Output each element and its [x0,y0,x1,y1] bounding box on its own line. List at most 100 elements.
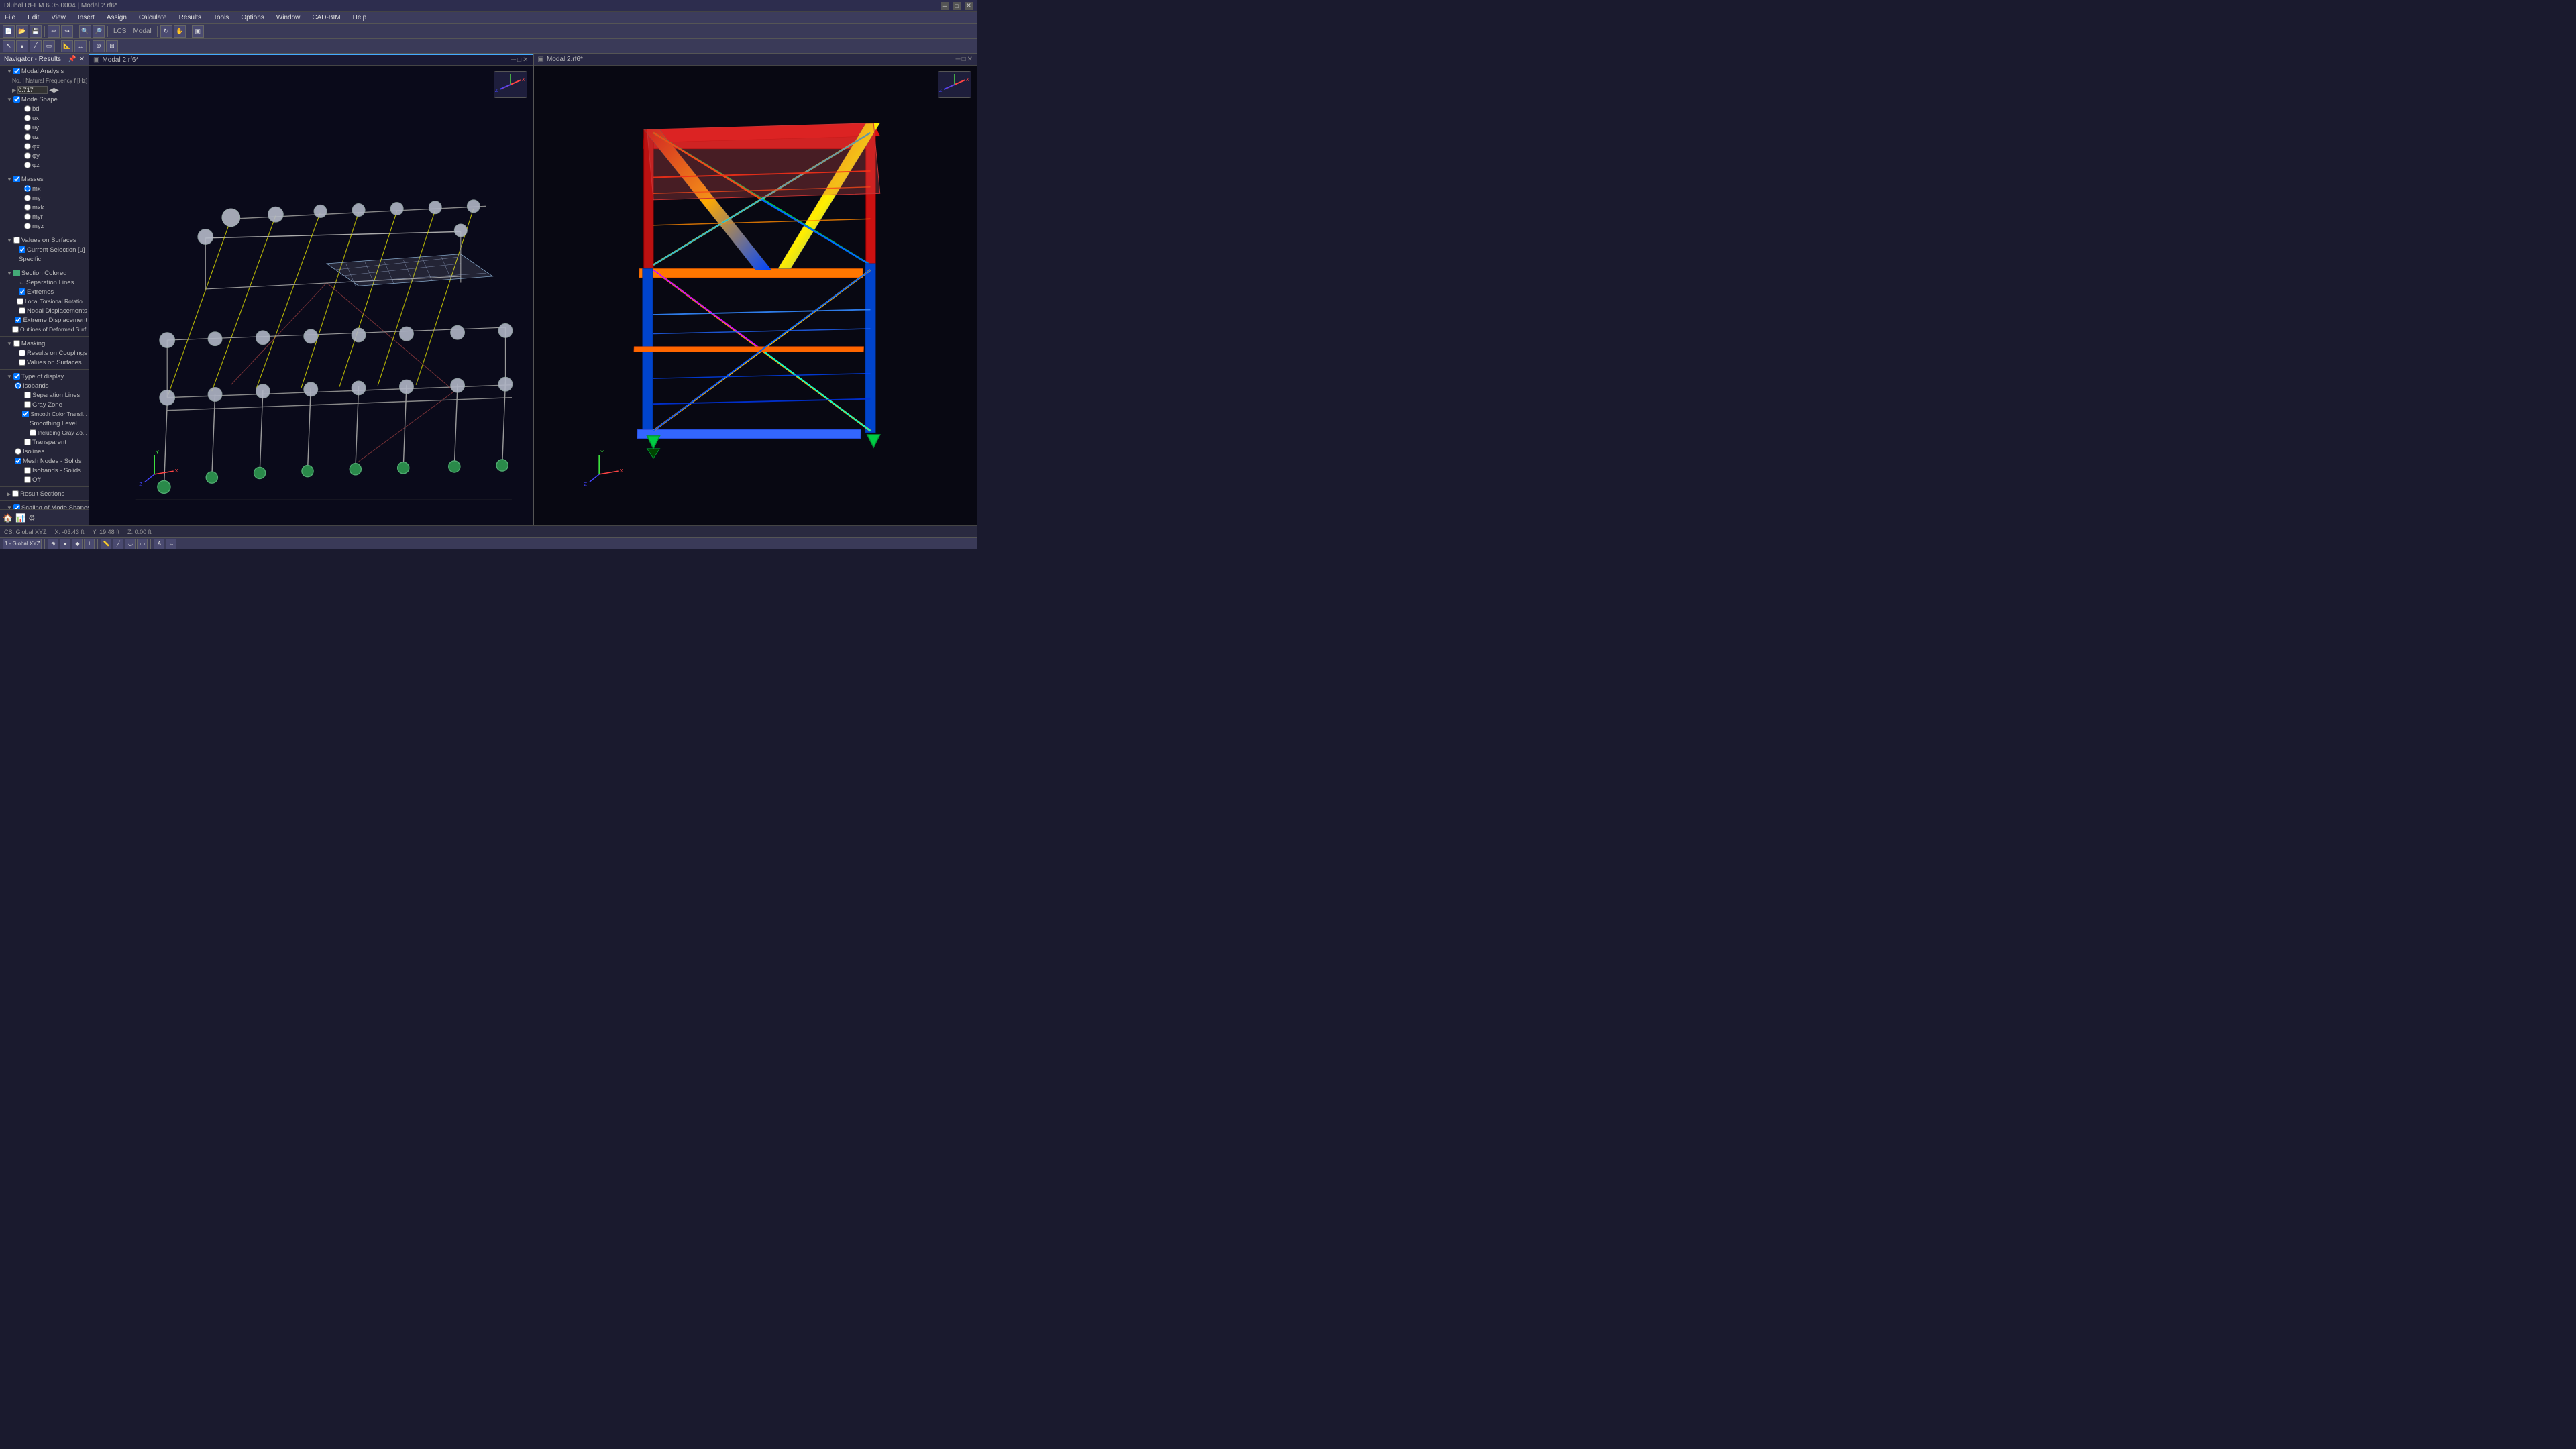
menu-options[interactable]: Options [239,14,266,21]
render-button[interactable]: ▣ [192,25,204,38]
measure-tool[interactable]: 📏 [101,539,111,549]
section-colored-row[interactable]: ▼ Section Colored [0,268,89,278]
frequency-value-row[interactable]: ▶ ◀ ▶ [0,85,89,95]
isobands-row[interactable]: Isobands [0,381,89,390]
draw-rect[interactable]: ▭ [137,539,148,549]
frequency-input[interactable] [17,86,48,94]
masking-checkbox[interactable] [13,340,20,347]
dim-btn[interactable]: ↔ [166,539,176,549]
maximize-button[interactable]: □ [953,2,961,10]
values-surfaces-header[interactable]: ▼ Values on Surfaces [0,235,89,245]
my-row[interactable]: my [0,193,89,203]
uy-row[interactable]: uy [0,123,89,132]
nodal-disp-checkbox[interactable] [19,307,25,314]
menu-calculate[interactable]: Calculate [137,14,169,21]
snap-btn[interactable]: ⊕ [48,539,58,549]
torsional-row[interactable]: Local Torsional Rotatio... [0,297,89,306]
phiy-row[interactable]: φy [0,151,89,160]
sep-lines2-checkbox[interactable] [24,392,31,398]
modal-analysis-header[interactable]: ▼ Modal Analysis [0,66,89,76]
close-button[interactable]: ✕ [965,2,973,10]
menu-window[interactable]: Window [274,14,303,21]
vr-max[interactable]: □ [962,56,966,63]
viewport-left-tab[interactable]: ▣ Modal 2.rf6* ─ □ ✕ [89,54,533,66]
results-couplings-row[interactable]: Results on Couplings [0,348,89,358]
transparent-checkbox[interactable] [24,439,31,445]
prev-mode[interactable]: ◀ [49,87,54,94]
measure-button[interactable]: 📐 [61,40,73,52]
result-sections-checkbox[interactable] [12,490,19,497]
zoom-out-button[interactable]: 🔎 [93,25,105,38]
menu-tools[interactable]: Tools [211,14,231,21]
isobands-radio[interactable] [15,382,21,389]
values-surfaces2-checkbox[interactable] [19,359,25,366]
gray-zone-checkbox[interactable] [24,401,31,408]
mx-radio[interactable] [24,185,31,192]
smoothing-level-row[interactable]: Smoothing Level [0,419,89,428]
masses-checkbox[interactable] [13,176,20,182]
menu-help[interactable]: Help [351,14,369,21]
scaling-header[interactable]: ▼ Scaling of Mode Shapes [0,503,89,509]
vl-min[interactable]: ─ [511,56,516,64]
results-couplings-checkbox[interactable] [19,350,25,356]
extremes-row[interactable]: Extremes [0,287,89,297]
next-mode[interactable]: ▶ [54,87,58,94]
draw-line[interactable]: ╱ [113,539,123,549]
including-gray-checkbox[interactable] [30,429,36,436]
masking-header[interactable]: ▼ Masking [0,339,89,348]
phiz-row[interactable]: φz [0,160,89,170]
snap-button[interactable]: ⊕ [93,40,105,52]
sep-lines2-row[interactable]: Separation Lines [0,390,89,400]
vr-close[interactable]: ✕ [967,56,973,63]
menu-results[interactable]: Results [177,14,203,21]
menu-assign[interactable]: Assign [105,14,129,21]
smooth-color-row[interactable]: Smooth Color Transl... [0,409,89,419]
zoom-in-button[interactable]: 🔍 [79,25,91,38]
select-button[interactable]: ↖ [3,40,15,52]
viewport-right-tab[interactable]: ▣ Modal 2.rf6* ─ □ ✕ [534,54,977,66]
viewport-left-canvas[interactable]: X Y Z X Y [89,66,533,525]
surface-button[interactable]: ▭ [43,40,55,52]
bd-radio[interactable] [24,105,31,112]
values-surfaces2-row[interactable]: Values on Surfaces [0,358,89,367]
new-button[interactable]: 📄 [3,25,15,38]
phix-radio[interactable] [24,143,31,150]
masses-header[interactable]: ▼ Masses [0,174,89,184]
type-display-checkbox[interactable] [13,373,20,380]
node-snap[interactable]: ● [60,539,70,549]
phiz-radio[interactable] [24,162,31,168]
nodal-disp-row[interactable]: Nodal Displacements [0,306,89,315]
mode-shape-checkbox[interactable] [13,96,20,103]
myr-row[interactable]: myr [0,212,89,221]
extreme-disp-row[interactable]: Extreme Displacement [0,315,89,325]
vl-close[interactable]: ✕ [523,56,528,64]
values-surfaces-checkbox[interactable] [13,237,20,244]
viewport-right[interactable]: ▣ Modal 2.rf6* ─ □ ✕ [534,54,977,525]
smooth-color-checkbox[interactable] [22,411,29,417]
mx-row[interactable]: mx [0,184,89,193]
uz-radio[interactable] [24,133,31,140]
minimize-button[interactable]: ─ [941,2,949,10]
isolines-radio[interactable] [15,448,21,455]
pan-button[interactable]: ✋ [174,25,186,38]
dimension-button[interactable]: ↔ [74,40,87,52]
line-button[interactable]: ╱ [30,40,42,52]
my-radio[interactable] [24,195,31,201]
vl-max[interactable]: □ [517,56,521,64]
type-display-header[interactable]: ▼ Type of display [0,372,89,381]
isobands-solids-row[interactable]: Isobands - Solids [0,466,89,475]
cs-select[interactable]: 1 - Global XYZ [3,539,42,549]
uz-row[interactable]: uz [0,132,89,142]
navigator-close[interactable]: ✕ [79,56,85,63]
gray-zone-row[interactable]: Gray Zone [0,400,89,409]
ux-radio[interactable] [24,115,31,121]
undo-button[interactable]: ↩ [48,25,60,38]
myr-radio[interactable] [24,213,31,220]
isobands-solids-checkbox[interactable] [24,467,31,474]
mxk-radio[interactable] [24,204,31,211]
mesh-nodes-checkbox[interactable] [15,458,21,464]
viewport-right-canvas[interactable]: X Y Z X Y [534,66,977,525]
nav-icon3[interactable]: ⚙ [28,513,36,523]
outlines-checkbox[interactable] [12,326,19,333]
transparent-row[interactable]: Transparent [0,437,89,447]
